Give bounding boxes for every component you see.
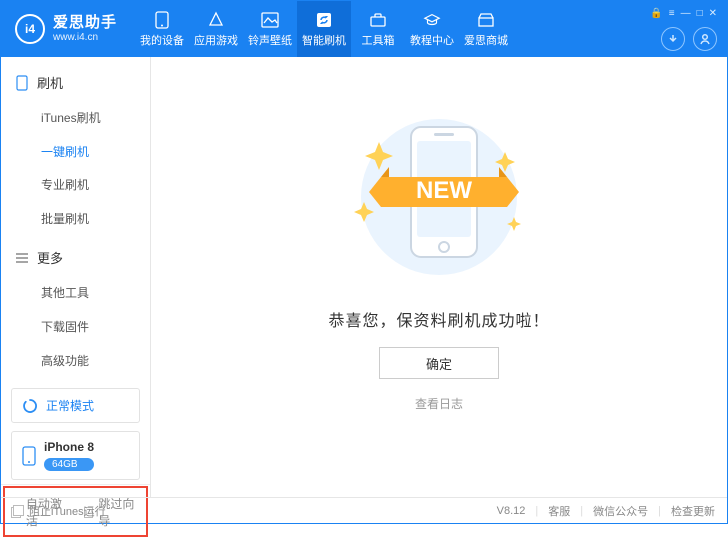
checkbox-label: 阻止iTunes运行 [29,503,106,519]
nav-apps[interactable]: 应用游戏 [189,1,243,57]
phone-icon [153,11,171,29]
spinner-icon [22,398,38,414]
sidebar: 刷机 iTunes刷机 一键刷机 专业刷机 批量刷机 更多 其他工具 下载固件 … [1,57,151,497]
brand-url: www.i4.cn [53,32,117,43]
new-banner-text: NEW [416,177,472,204]
more-icon [15,253,29,263]
refresh-icon [315,11,333,29]
store-icon [477,11,495,29]
nav-ringtones[interactable]: 铃声壁纸 [243,1,297,57]
device-mode[interactable]: 正常模式 [11,388,140,423]
phone-icon [15,75,29,91]
main-panel: NEW 恭喜您，保资料刷机成功啦！ 确定 查看日志 [151,57,727,497]
main-nav: 我的设备 应用游戏 铃声壁纸 智能刷机 [135,1,513,57]
toolbox-icon [369,11,387,29]
sidebar-items-more: 其他工具 下载固件 高级功能 [1,273,150,384]
lock-icon[interactable]: 🔒 [650,8,662,19]
nav-label: 我的设备 [140,32,184,48]
sidebar-item-pro-flash[interactable]: 专业刷机 [1,169,150,203]
version-label: V8.12 [497,505,526,517]
sidebar-item-oneclick-flash[interactable]: 一键刷机 [1,136,150,170]
nav-label: 智能刷机 [302,32,346,48]
sidebar-item-other-tools[interactable]: 其他工具 [1,277,150,311]
nav-store[interactable]: 爱思商城 [459,1,513,57]
nav-tutorials[interactable]: 教程中心 [405,1,459,57]
section-title-label: 更多 [37,248,63,267]
body: 刷机 iTunes刷机 一键刷机 专业刷机 批量刷机 更多 其他工具 下载固件 … [1,57,727,497]
ok-button[interactable]: 确定 [379,347,499,379]
nav-label: 应用游戏 [194,32,238,48]
sidebar-item-download-firmware[interactable]: 下载固件 [1,311,150,345]
close-button[interactable]: ✕ [709,8,717,19]
apps-icon [207,11,225,29]
statusbar: 阻止iTunes运行 V8.12 | 客服 | 微信公众号 | 检查更新 [1,497,727,523]
separator: | [658,505,661,517]
wallpaper-icon [261,11,279,29]
minimize-button[interactable]: — [681,8,691,19]
sidebar-item-itunes-flash[interactable]: iTunes刷机 [1,102,150,136]
checkbox-block-itunes[interactable]: 阻止iTunes运行 [13,503,106,519]
device-storage-badge: 64GB [44,458,94,471]
sidebar-item-batch-flash[interactable]: 批量刷机 [1,203,150,237]
status-link-wechat[interactable]: 微信公众号 [593,503,648,519]
maximize-button[interactable]: □ [697,8,703,19]
brand-text: 爱思助手 www.i4.cn [53,15,117,43]
nav-label: 工具箱 [362,32,395,48]
nav-flash[interactable]: 智能刷机 [297,1,351,57]
separator: | [580,505,583,517]
nav-my-device[interactable]: 我的设备 [135,1,189,57]
nav-toolbox[interactable]: 工具箱 [351,1,405,57]
status-link-support[interactable]: 客服 [548,503,570,519]
graduation-icon [423,11,441,29]
brand-logo: i4 [15,14,45,44]
nav-label: 教程中心 [410,32,454,48]
download-button[interactable] [661,27,685,51]
menu-icon[interactable]: ≡ [669,8,675,19]
success-illustration: NEW [309,97,569,287]
nav-label: 铃声壁纸 [248,32,292,48]
brand: i4 爱思助手 www.i4.cn [15,14,117,44]
success-message: 恭喜您，保资料刷机成功啦！ [328,307,549,331]
window-controls: 🔒 ≡ — □ ✕ [650,8,717,19]
titlebar: i4 爱思助手 www.i4.cn 我的设备 应用游戏 [1,1,727,57]
status-link-update[interactable]: 检查更新 [671,503,715,519]
device-mode-label: 正常模式 [46,397,94,414]
sidebar-item-advanced[interactable]: 高级功能 [1,345,150,379]
checkbox-box [13,505,24,516]
brand-name: 爱思助手 [53,15,117,32]
nav-label: 爱思商城 [464,32,508,48]
sidebar-section-flash[interactable]: 刷机 [1,67,150,98]
device-card[interactable]: iPhone 8 64GB [11,431,140,480]
device-name: iPhone 8 [44,440,94,454]
title-right: 🔒 ≡ — □ ✕ [650,8,717,51]
view-log-link[interactable]: 查看日志 [415,395,463,412]
sidebar-items-flash: iTunes刷机 一键刷机 专业刷机 批量刷机 [1,98,150,242]
separator: | [535,505,538,517]
section-title-label: 刷机 [37,73,63,92]
phone-icon [22,446,36,466]
user-button[interactable] [693,27,717,51]
sidebar-section-more[interactable]: 更多 [1,242,150,273]
